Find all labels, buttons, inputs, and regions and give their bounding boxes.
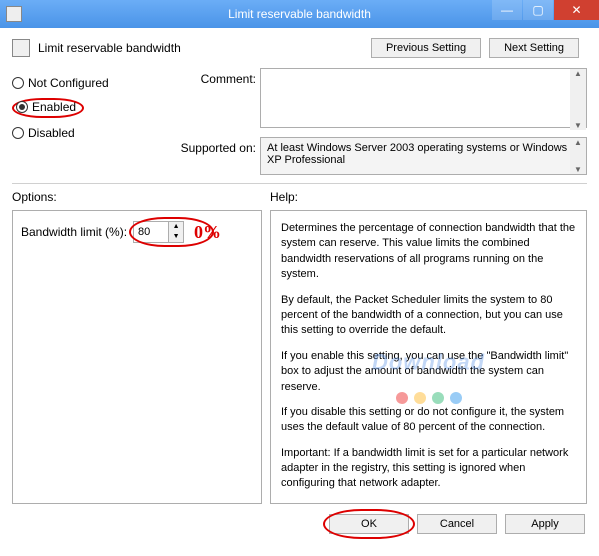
panels: Bandwidth limit (%): ▲ ▼ 0% Determines t… <box>0 204 599 504</box>
state-radio-group: Not Configured Enabled Disabled <box>12 68 162 175</box>
apply-button[interactable]: Apply <box>505 514 585 534</box>
window-title: Limit reservable bandwidth <box>228 7 371 21</box>
help-paragraph: If you enable this setting, you can use … <box>281 349 576 395</box>
help-paragraph: Determines the percentage of connection … <box>281 221 576 283</box>
help-label: Help: <box>270 190 587 204</box>
app-icon <box>6 6 22 22</box>
header-row: Limit reservable bandwidth Previous Sett… <box>0 28 599 62</box>
supported-on-box: At least Windows Server 2003 operating s… <box>260 137 587 175</box>
radio-label: Disabled <box>28 126 75 140</box>
spinner-down-icon[interactable]: ▼ <box>169 232 183 242</box>
close-button[interactable]: ✕ <box>554 0 599 20</box>
upper-section: Not Configured Enabled Disabled Comment:… <box>0 62 599 175</box>
cancel-button[interactable]: Cancel <box>417 514 497 534</box>
next-setting-button[interactable]: Next Setting <box>489 38 579 58</box>
section-labels: Options: Help: <box>0 190 599 204</box>
footer-buttons: OK Cancel Apply <box>0 504 599 544</box>
comment-label: Comment: <box>170 68 260 86</box>
comment-textarea[interactable] <box>260 68 587 128</box>
radio-label: Enabled <box>32 100 76 114</box>
minimize-button[interactable]: — <box>492 0 522 20</box>
radio-icon <box>12 77 24 89</box>
handwritten-annotation: 0% <box>194 222 221 243</box>
ok-button[interactable]: OK <box>329 514 409 534</box>
options-label: Options: <box>12 190 270 204</box>
supported-on-label: Supported on: <box>170 137 260 155</box>
help-paragraph: Important: If a bandwidth limit is set f… <box>281 446 576 492</box>
annotation-circle-value: ▲ ▼ <box>133 221 184 243</box>
bandwidth-limit-input[interactable] <box>134 222 168 242</box>
help-paragraph: By default, the Packet Scheduler limits … <box>281 293 576 339</box>
radio-icon <box>16 101 28 113</box>
scrollbar[interactable]: ▲ ▼ <box>570 69 586 130</box>
radio-not-configured[interactable]: Not Configured <box>12 72 162 94</box>
upper-right-column: Comment: ▲ ▼ Supported on: At least Wind… <box>170 68 587 175</box>
window-controls: — ▢ ✕ <box>492 0 599 20</box>
annotation-circle-ok: OK <box>329 514 409 534</box>
help-panel: Determines the percentage of connection … <box>270 210 587 504</box>
spinner-up-icon[interactable]: ▲ <box>169 222 183 232</box>
supported-on-text: At least Windows Server 2003 operating s… <box>267 142 567 166</box>
bandwidth-limit-spinner[interactable]: ▲ ▼ <box>133 221 184 243</box>
radio-disabled[interactable]: Disabled <box>12 122 162 144</box>
scroll-up-icon: ▲ <box>570 138 586 147</box>
radio-label: Not Configured <box>28 76 109 90</box>
policy-icon <box>12 39 30 57</box>
bandwidth-limit-row: Bandwidth limit (%): ▲ ▼ 0% <box>21 221 253 243</box>
bandwidth-limit-label: Bandwidth limit (%): <box>21 225 127 239</box>
annotation-circle-enabled: Enabled <box>12 98 84 118</box>
options-panel: Bandwidth limit (%): ▲ ▼ 0% <box>12 210 262 504</box>
scrollbar[interactable]: ▲ ▼ <box>570 138 586 174</box>
previous-setting-button[interactable]: Previous Setting <box>371 38 481 58</box>
radio-enabled[interactable]: Enabled <box>12 94 162 122</box>
scroll-up-icon: ▲ <box>570 69 586 78</box>
help-paragraph: If you disable this setting or do not co… <box>281 405 576 436</box>
scroll-down-icon: ▼ <box>570 165 586 174</box>
divider <box>12 183 587 184</box>
scroll-down-icon: ▼ <box>570 121 586 130</box>
title-bar: Limit reservable bandwidth — ▢ ✕ <box>0 0 599 28</box>
policy-heading: Limit reservable bandwidth <box>38 41 181 55</box>
maximize-button[interactable]: ▢ <box>523 0 553 20</box>
radio-icon <box>12 127 24 139</box>
